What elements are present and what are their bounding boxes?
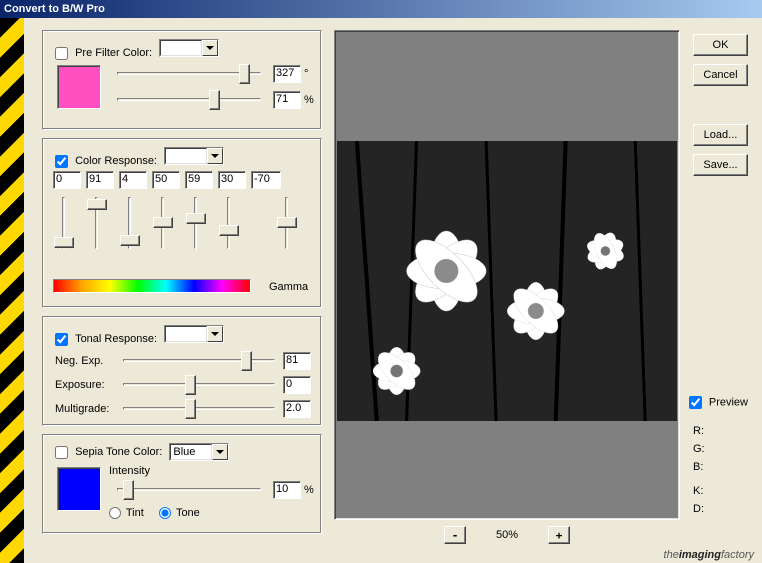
exposure-input[interactable] (283, 376, 311, 394)
readout-g: G: (693, 440, 748, 458)
prefilter-hue-input[interactable] (273, 65, 301, 83)
cr-slider-4[interactable] (185, 193, 207, 253)
zoom-out-button[interactable]: - (444, 526, 466, 544)
negexp-label: Neg. Exp. (55, 355, 115, 367)
cr-val-0[interactable] (53, 171, 81, 189)
cr-val-3[interactable] (152, 171, 180, 189)
cr-slider-5[interactable] (218, 193, 240, 253)
percent-unit: % (304, 94, 314, 106)
preview-label: Preview (709, 396, 748, 408)
tonalresponse-checkbox[interactable] (55, 333, 68, 346)
readout-b: B: (693, 458, 748, 476)
zoom-controls: - 50% + (444, 526, 570, 544)
zoom-level: 50% (496, 529, 518, 541)
load-button[interactable]: Load... (693, 124, 748, 146)
title-bar: Convert to B/W Pro (0, 0, 762, 18)
tint-radio[interactable] (109, 507, 121, 519)
cr-slider-gamma[interactable] (276, 193, 298, 253)
cr-slider-3[interactable] (152, 193, 174, 253)
prefilter-checkbox[interactable] (55, 47, 68, 60)
intensity-slider[interactable] (109, 479, 269, 501)
tonalresponse-preset-combo[interactable] (164, 325, 224, 343)
negexp-input[interactable] (283, 352, 311, 370)
exposure-slider[interactable] (115, 374, 283, 396)
tone-radio[interactable] (159, 507, 171, 519)
cr-val-4[interactable] (185, 171, 213, 189)
prefilter-hue-slider[interactable] (109, 63, 269, 85)
dialog-body: Pre Filter Color: ° % Color Response: (24, 18, 762, 563)
brand-footer: theimagingfactory (664, 546, 754, 561)
multigrade-slider[interactable] (115, 398, 283, 420)
multigrade-input[interactable] (283, 400, 311, 418)
intensity-input[interactable] (273, 481, 301, 499)
cr-slider-1[interactable] (86, 193, 108, 253)
colorresponse-group: Color Response: Gamma (42, 138, 322, 308)
intensity-unit: % (304, 484, 314, 496)
ok-button[interactable]: OK (693, 34, 748, 56)
cr-val-1[interactable] (86, 171, 114, 189)
window-title: Convert to B/W Pro (4, 3, 105, 15)
prefilter-sat-slider[interactable] (109, 89, 269, 111)
color-readout: R: G: B: K: D: (693, 422, 748, 518)
readout-r: R: (693, 422, 748, 440)
tonalresponse-group: Tonal Response: Neg. Exp. Exposure: Mult… (42, 316, 322, 426)
sepia-swatch[interactable] (57, 467, 101, 511)
zoom-in-button[interactable]: + (548, 526, 570, 544)
tone-label: Tone (176, 507, 200, 519)
readout-k: K: (693, 482, 748, 500)
colorresponse-label: Color Response: (75, 155, 157, 167)
hazard-stripe (0, 18, 24, 563)
prefilter-sat-input[interactable] (273, 91, 301, 109)
intensity-label: Intensity (109, 465, 150, 477)
sepia-color-combo[interactable]: Blue (169, 443, 229, 461)
exposure-label: Exposure: (55, 379, 115, 391)
prefilter-group: Pre Filter Color: ° % (42, 30, 322, 130)
cr-slider-2[interactable] (119, 193, 141, 253)
colorresponse-checkbox[interactable] (55, 155, 68, 168)
cancel-button[interactable]: Cancel (693, 64, 748, 86)
cr-val-2[interactable] (119, 171, 147, 189)
sepia-group: Sepia Tone Color: Blue Intensity % Tint … (42, 434, 322, 534)
colorresponse-preset-combo[interactable] (164, 147, 224, 165)
tint-label: Tint (126, 507, 144, 519)
negexp-slider[interactable] (115, 350, 283, 372)
degree-unit: ° (304, 68, 308, 80)
prefilter-swatch[interactable] (57, 65, 101, 109)
cr-val-5[interactable] (218, 171, 246, 189)
prefilter-preset-combo[interactable] (159, 39, 219, 57)
multigrade-label: Multigrade: (55, 403, 115, 415)
prefilter-label: Pre Filter Color: (75, 47, 152, 59)
preview-panel (334, 30, 680, 520)
save-button[interactable]: Save... (693, 154, 748, 176)
preview-checkbox[interactable] (689, 396, 702, 409)
cr-val-gamma[interactable] (251, 171, 281, 189)
preview-image[interactable] (337, 141, 677, 421)
readout-d: D: (693, 500, 748, 518)
cr-slider-0[interactable] (53, 193, 75, 253)
sepia-checkbox[interactable] (55, 446, 68, 459)
sepia-label: Sepia Tone Color: (75, 446, 162, 458)
tonalresponse-label: Tonal Response: (75, 333, 157, 345)
spectrum-bar (53, 279, 251, 293)
gamma-label: Gamma (269, 281, 308, 293)
